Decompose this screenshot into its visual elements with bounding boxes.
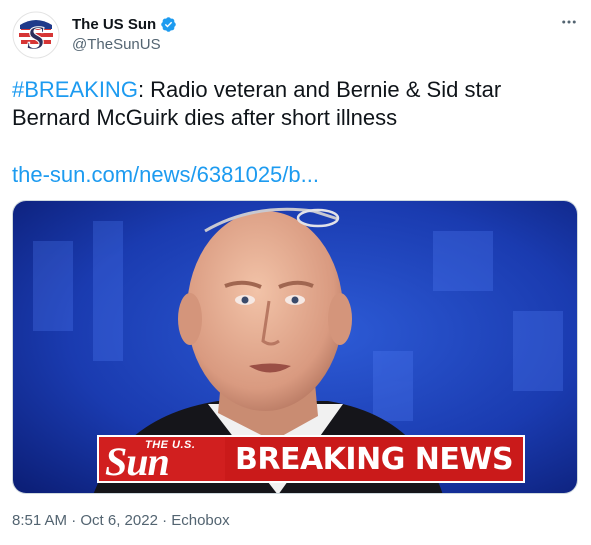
tweet-timestamp[interactable]: 8:51 AM · Oct 6, 2022 · Echobox xyxy=(12,512,230,529)
hashtag-link[interactable]: #BREAKING xyxy=(12,77,138,102)
the-us-sun-logo-icon: S xyxy=(12,11,60,59)
banner-headline: BREAKING NEWS xyxy=(225,437,524,481)
banner-brand: Sun xyxy=(105,439,170,484)
the-sun-logo: THE U.S. Sun xyxy=(99,437,225,484)
avatar[interactable]: S xyxy=(12,11,60,59)
account-handle[interactable]: @TheSunUS xyxy=(72,36,161,53)
tweet-card: S The US Sun @TheSunUS #BREAKING: Radio … xyxy=(0,0,591,545)
svg-text:S: S xyxy=(27,20,46,57)
more-dots-icon xyxy=(562,20,576,24)
verified-badge-icon xyxy=(161,16,176,32)
breaking-news-banner: THE U.S. Sun BREAKING NEWS xyxy=(97,435,526,484)
account-name-row[interactable]: The US Sun xyxy=(72,14,177,34)
article-link[interactable]: the-sun.com/news/6381025/b... xyxy=(12,161,319,189)
account-name[interactable]: The US Sun xyxy=(72,16,156,33)
tweet-text: #BREAKING: Radio veteran and Bernie & Si… xyxy=(12,76,572,132)
more-options-button[interactable] xyxy=(558,11,580,33)
media-image[interactable]: THE U.S. Sun BREAKING NEWS xyxy=(12,200,578,494)
